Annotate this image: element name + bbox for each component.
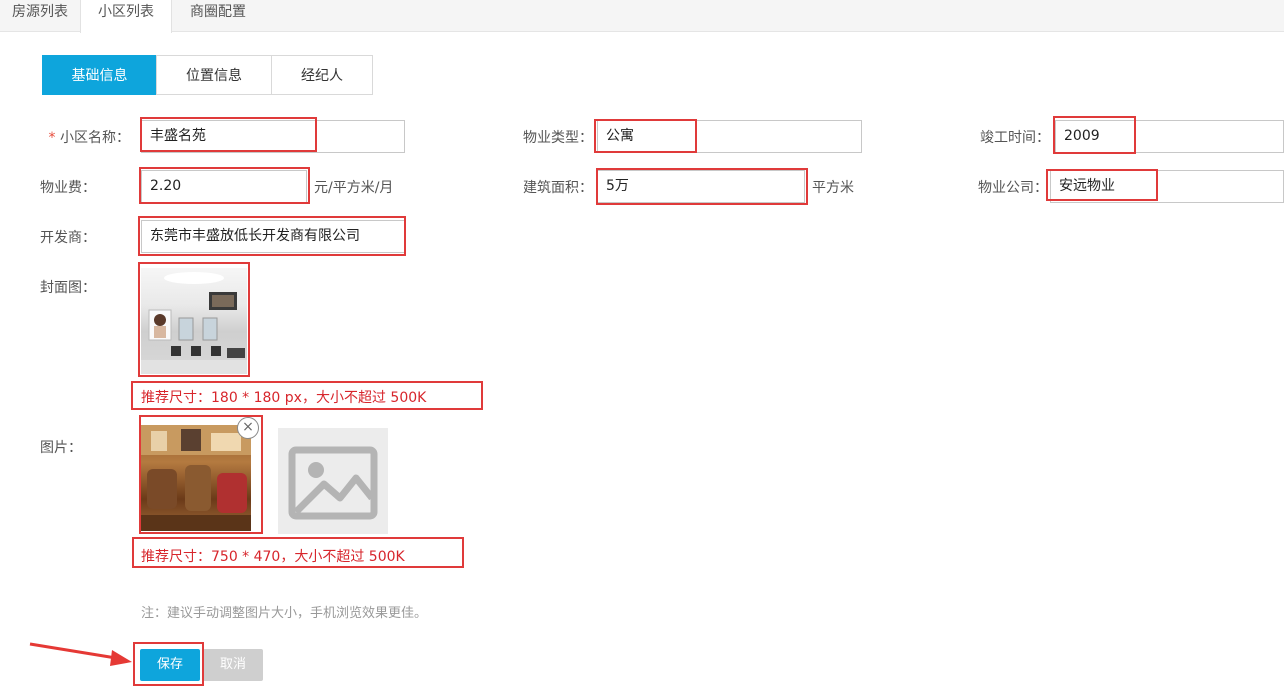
community-name-input[interactable]: 丰盛名苑	[141, 120, 405, 153]
tab-house-list[interactable]: 房源列表	[0, 0, 80, 32]
save-button[interactable]: 保存	[140, 649, 200, 681]
remove-picture-button[interactable]: ×	[237, 417, 259, 439]
property-company-input[interactable]: 安远物业	[1050, 170, 1284, 203]
cover-image[interactable]	[141, 268, 247, 374]
required-mark: *	[48, 130, 56, 146]
developer-label: 开发商：	[40, 230, 96, 246]
salon-interior-photo-icon	[141, 425, 251, 531]
red-arrow-icon	[29, 642, 132, 666]
tab-basic-info[interactable]: 基础信息	[42, 55, 157, 95]
pictures-size-hint: 推荐尺寸：750 * 470，大小不超过 500K	[141, 549, 405, 565]
building-area-label: 建筑面积：	[523, 180, 593, 196]
property-type-label: 物业类型：	[523, 130, 593, 146]
property-type-input[interactable]: 公寓	[597, 120, 862, 153]
property-company-label: 物业公司：	[978, 180, 1048, 196]
community-name-label: * 小区名称：	[40, 127, 130, 147]
completion-time-label: 竣工时间：	[980, 130, 1050, 146]
cover-label: 封面图：	[40, 280, 96, 296]
property-fee-label: 物业费：	[40, 180, 96, 196]
top-tab-bar: 房源列表 小区列表 商圈配置	[0, 0, 1284, 33]
property-fee-unit: 元/平方米/月	[314, 180, 394, 196]
developer-input[interactable]: 东莞市丰盛放低长开发商有限公司	[141, 220, 405, 253]
add-picture-placeholder[interactable]	[278, 428, 388, 534]
building-area-unit: 平方米	[812, 180, 854, 196]
building-area-input[interactable]: 5万	[597, 170, 805, 203]
pictures-label: 图片：	[40, 440, 82, 456]
tab-agent[interactable]: 经纪人	[271, 55, 373, 95]
cancel-button[interactable]: 取消	[203, 649, 263, 681]
community-name-label-text: 小区名称：	[60, 130, 130, 146]
tab-location-info[interactable]: 位置信息	[156, 55, 272, 95]
property-fee-input[interactable]: 2.20	[141, 170, 307, 203]
tab-community-list[interactable]: 小区列表	[80, 0, 172, 33]
cover-size-hint: 推荐尺寸：180 * 180 px，大小不超过 500K	[141, 390, 427, 406]
tab-business-district-config[interactable]: 商圈配置	[172, 0, 264, 32]
upload-note: 注：建议手动调整图片大小，手机浏览效果更佳。	[141, 606, 428, 621]
uploaded-picture[interactable]	[141, 425, 251, 531]
salon-photo-icon	[141, 272, 247, 374]
image-placeholder-icon	[288, 446, 378, 520]
completion-time-input[interactable]: 2009	[1055, 120, 1284, 153]
